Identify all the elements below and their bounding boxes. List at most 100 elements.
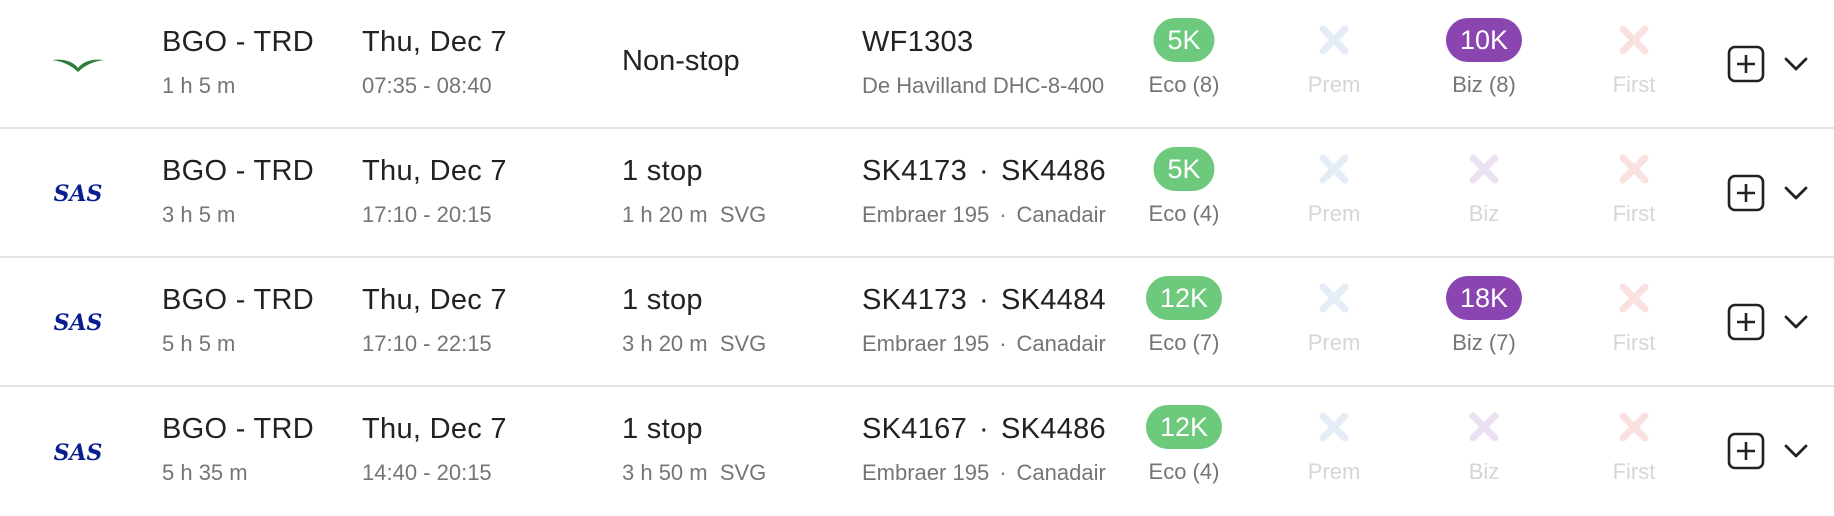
plus-square-icon[interactable] (1727, 45, 1765, 83)
flight-number: SK4484 (1000, 284, 1106, 316)
x-icon (1469, 412, 1499, 442)
x-icon (1319, 25, 1349, 55)
cabin-prem: Prem (1259, 0, 1409, 127)
prem-label: Prem (1307, 72, 1361, 97)
duration: 5 h 35 m (162, 460, 248, 485)
x-icon (1319, 154, 1349, 184)
aircraft-type: Embraer 195 (862, 331, 990, 356)
eco-price-badge[interactable]: 5K (1153, 18, 1215, 62)
chevron-down-icon[interactable] (1779, 434, 1813, 468)
flight-row[interactable]: SAS BGO - TRD 5 h 5 m Thu, Dec 7 17:10 -… (0, 258, 1834, 387)
cabin-eco[interactable]: 5K Eco (4) (1109, 129, 1259, 256)
flight-number: SK4486 (1000, 155, 1106, 187)
flight-number: SK4173 (862, 284, 967, 316)
cabin-biz: Biz (1409, 129, 1559, 256)
layover: 1 h 20 m SVG (622, 202, 767, 227)
eco-label: Eco (7) (1148, 330, 1220, 355)
cabin-biz[interactable]: 10K Biz (8) (1409, 0, 1559, 127)
x-icon (1619, 154, 1649, 184)
chevron-down-icon[interactable] (1779, 47, 1813, 81)
layover: 3 h 20 m SVG (622, 331, 767, 356)
aircraft-type: Canadair (1016, 331, 1106, 356)
layover: 3 h 50 m SVG (622, 460, 767, 485)
cabin-prem: Prem (1259, 129, 1409, 256)
eco-label: Eco (4) (1148, 201, 1220, 226)
cabin-first: First (1559, 258, 1709, 385)
eco-price-badge[interactable]: 12K (1145, 276, 1223, 320)
cabin-eco[interactable]: 5K Eco (8) (1109, 0, 1259, 127)
wideroe-logo (40, 0, 115, 127)
biz-label: Biz (1468, 459, 1500, 484)
x-icon (1619, 412, 1649, 442)
sas-logo: SAS (40, 129, 115, 256)
first-label: First (1612, 459, 1656, 484)
cabin-prem: Prem (1259, 258, 1409, 385)
first-label: First (1612, 72, 1656, 97)
duration: 5 h 5 m (162, 331, 236, 356)
eco-price-badge[interactable]: 12K (1145, 405, 1223, 449)
aircraft-type: Canadair (1016, 202, 1106, 227)
aircraft: Embraer 195 · Canadair (862, 460, 1106, 486)
aircraft-type: Canadair (1016, 460, 1106, 485)
eco-label: Eco (8) (1148, 72, 1220, 97)
date: Thu, Dec 7 (362, 155, 507, 187)
flight-number: WF1303 (862, 26, 974, 58)
cabin-prem: Prem (1259, 387, 1409, 516)
x-icon (1319, 412, 1349, 442)
plus-square-icon[interactable] (1727, 174, 1765, 212)
sas-logo: SAS (40, 387, 115, 516)
aircraft-type: Embraer 195 (862, 460, 990, 485)
stops: 1 stop (622, 155, 703, 187)
plus-square-icon[interactable] (1727, 303, 1765, 341)
time-range: 07:35 - 08:40 (362, 73, 492, 98)
biz-label: Biz (8) (1452, 72, 1516, 97)
separator: · (999, 331, 1007, 356)
route: BGO - TRD (162, 413, 315, 445)
time-range: 17:10 - 20:15 (362, 202, 492, 227)
stops: 1 stop (622, 284, 703, 316)
time-range: 14:40 - 20:15 (362, 460, 492, 485)
biz-price-badge[interactable]: 18K (1445, 276, 1523, 320)
separator: · (979, 155, 989, 187)
flight-numbers: SK4173 · SK4484 (862, 284, 1106, 317)
flight-number: SK4486 (1000, 413, 1106, 445)
cabin-first: First (1559, 387, 1709, 516)
x-icon (1619, 25, 1649, 55)
duration: 3 h 5 m (162, 202, 236, 227)
cabin-first: First (1559, 0, 1709, 127)
separator: · (979, 284, 989, 316)
first-label: First (1612, 201, 1656, 226)
cabin-biz[interactable]: 18K Biz (7) (1409, 258, 1559, 385)
flight-number: SK4173 (862, 155, 967, 187)
prem-label: Prem (1307, 201, 1361, 226)
biz-label: Biz (1468, 201, 1500, 226)
flight-row[interactable]: BGO - TRD 1 h 5 m Thu, Dec 7 07:35 - 08:… (0, 0, 1834, 129)
stops: Non-stop (622, 45, 740, 77)
biz-price-badge[interactable]: 10K (1445, 18, 1523, 62)
duration: 1 h 5 m (162, 73, 236, 98)
aircraft-type: Embraer 195 (862, 202, 990, 227)
sas-logo: SAS (40, 258, 115, 385)
aircraft: De Havilland DHC-8-400 (862, 73, 1104, 99)
chevron-down-icon[interactable] (1779, 176, 1813, 210)
svg-text:SAS: SAS (53, 310, 102, 335)
time-range: 17:10 - 22:15 (362, 331, 492, 356)
eco-label: Eco (4) (1148, 459, 1220, 484)
flight-row[interactable]: SAS BGO - TRD 3 h 5 m Thu, Dec 7 17:10 -… (0, 129, 1834, 258)
flight-row[interactable]: SAS BGO - TRD 5 h 35 m Thu, Dec 7 14:40 … (0, 387, 1834, 516)
chevron-down-icon[interactable] (1779, 305, 1813, 339)
date: Thu, Dec 7 (362, 413, 507, 445)
separator: · (999, 202, 1007, 227)
cabin-eco[interactable]: 12K Eco (7) (1109, 258, 1259, 385)
route: BGO - TRD (162, 284, 315, 316)
cabin-biz: Biz (1409, 387, 1559, 516)
cabin-eco[interactable]: 12K Eco (4) (1109, 387, 1259, 516)
first-label: First (1612, 330, 1656, 355)
plus-square-icon[interactable] (1727, 432, 1765, 470)
svg-text:SAS: SAS (53, 440, 102, 465)
eco-price-badge[interactable]: 5K (1153, 147, 1215, 191)
x-icon (1319, 283, 1349, 313)
stops: 1 stop (622, 413, 703, 445)
separator: · (999, 460, 1007, 485)
cabin-first: First (1559, 129, 1709, 256)
